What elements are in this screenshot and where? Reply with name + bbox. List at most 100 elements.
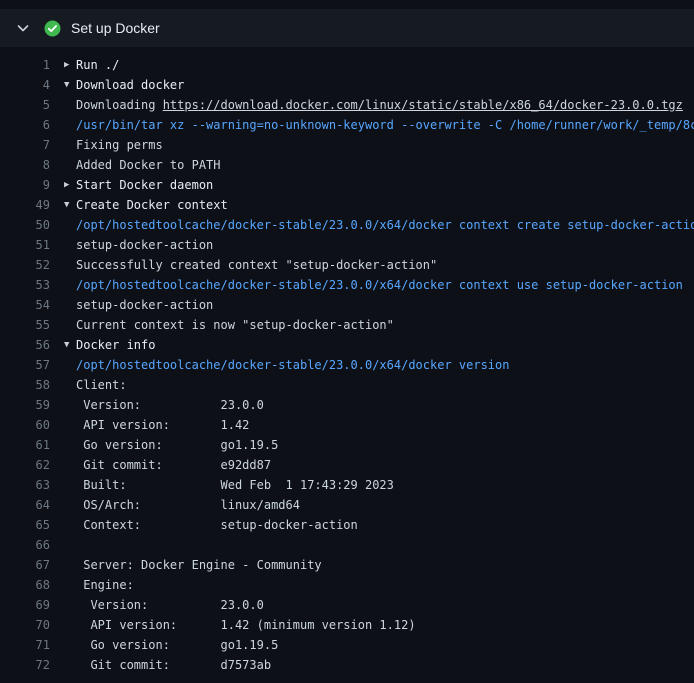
log-group-line[interactable]: 9 ▶Start Docker daemon (0, 175, 694, 195)
group-toggle-icon (64, 475, 76, 495)
line-number[interactable]: 7 (0, 135, 50, 155)
log-text: Go version: go1.19.5 (76, 435, 278, 455)
line-number[interactable]: 5 (0, 95, 50, 115)
group-toggle-icon (64, 635, 76, 655)
group-toggle-icon (64, 315, 76, 335)
group-toggle-icon (64, 275, 76, 295)
line-number[interactable]: 63 (0, 475, 50, 495)
line-number[interactable]: 51 (0, 235, 50, 255)
line-number[interactable]: 61 (0, 435, 50, 455)
log-text: setup-docker-action (76, 235, 213, 255)
line-content: Built: Wed Feb 1 17:43:29 2023 (50, 475, 394, 495)
log-line: 60 API version: 1.42 (0, 415, 694, 435)
log-line: 63 Built: Wed Feb 1 17:43:29 2023 (0, 475, 694, 495)
line-number[interactable]: 1 (0, 55, 50, 75)
line-number[interactable]: 69 (0, 595, 50, 615)
line-content: ▶Start Docker daemon (50, 175, 213, 195)
line-number[interactable]: 53 (0, 275, 50, 295)
log-text: setup-docker-action (76, 295, 213, 315)
line-content: Git commit: d7573ab (50, 655, 271, 675)
line-content: ▼Download docker (50, 75, 184, 95)
line-number[interactable]: 62 (0, 455, 50, 475)
log-line: 55 Current context is now "setup-docker-… (0, 315, 694, 335)
log-group-line[interactable]: 49 ▼Create Docker context (0, 195, 694, 215)
line-number[interactable]: 65 (0, 515, 50, 535)
log-group-line[interactable]: 1 ▶Run ./ (0, 55, 694, 75)
log-text: Added Docker to PATH (76, 155, 221, 175)
log-text: Successfully created context "setup-dock… (76, 255, 437, 275)
line-number[interactable]: 54 (0, 295, 50, 315)
line-content: /usr/bin/tar xz --warning=no-unknown-key… (50, 115, 694, 135)
log-group-line[interactable]: 4 ▼Download docker (0, 75, 694, 95)
line-number[interactable]: 71 (0, 635, 50, 655)
line-number[interactable]: 66 (0, 535, 50, 555)
line-number[interactable]: 70 (0, 615, 50, 635)
group-toggle-icon (64, 455, 76, 475)
log-line: 67 Server: Docker Engine - Community (0, 555, 694, 575)
group-toggle-icon (64, 115, 76, 135)
log-command-text: /usr/bin/tar xz --warning=no-unknown-key… (76, 115, 694, 135)
line-content (50, 535, 76, 555)
line-content: Version: 23.0.0 (50, 595, 264, 615)
line-number[interactable]: 56 (0, 335, 50, 355)
line-number[interactable]: 68 (0, 575, 50, 595)
line-number[interactable]: 58 (0, 375, 50, 395)
log-text: Run ./ (76, 55, 119, 75)
log-text: Current context is now "setup-docker-act… (76, 315, 394, 335)
line-content: ▶Run ./ (50, 55, 119, 75)
line-number[interactable]: 49 (0, 195, 50, 215)
log-text: Fixing perms (76, 135, 163, 155)
log-line: 72 Git commit: d7573ab (0, 655, 694, 675)
line-content: setup-docker-action (50, 235, 213, 255)
line-content: ▼Docker info (50, 335, 155, 355)
line-number[interactable]: 55 (0, 315, 50, 335)
group-toggle-icon (64, 495, 76, 515)
log-line: 8 Added Docker to PATH (0, 155, 694, 175)
log-group-line[interactable]: 56 ▼Docker info (0, 335, 694, 355)
line-number[interactable]: 4 (0, 75, 50, 95)
group-toggle-icon (64, 595, 76, 615)
line-content: setup-docker-action (50, 295, 213, 315)
log-text: Client: (76, 375, 127, 395)
line-number[interactable]: 72 (0, 655, 50, 675)
triangle-down-icon: ▼ (64, 195, 76, 215)
group-toggle-icon (64, 435, 76, 455)
log-command-text: /opt/hostedtoolcache/docker-stable/23.0.… (76, 215, 694, 235)
triangle-down-icon: ▼ (64, 335, 76, 355)
log-text: API version: 1.42 (minimum version 1.12) (76, 615, 416, 635)
log-lines: 1 ▶Run ./ 4 ▼Download docker 5 Downloadi… (0, 47, 694, 675)
group-toggle-icon (64, 655, 76, 675)
line-number[interactable]: 57 (0, 355, 50, 375)
line-number[interactable]: 9 (0, 175, 50, 195)
triangle-right-icon: ▶ (64, 55, 76, 75)
workflow-log-page: Set up Docker 1 ▶Run ./ 4 ▼Download dock… (0, 0, 694, 675)
log-line: 61 Go version: go1.19.5 (0, 435, 694, 455)
step-header[interactable]: Set up Docker (0, 9, 694, 47)
line-number[interactable]: 59 (0, 395, 50, 415)
line-content: Git commit: e92dd87 (50, 455, 271, 475)
line-number[interactable]: 67 (0, 555, 50, 575)
line-number[interactable]: 64 (0, 495, 50, 515)
line-content: Go version: go1.19.5 (50, 435, 278, 455)
log-line: 50 /opt/hostedtoolcache/docker-stable/23… (0, 215, 694, 235)
group-toggle-icon (64, 135, 76, 155)
log-line: 59 Version: 23.0.0 (0, 395, 694, 415)
group-toggle-icon (64, 95, 76, 115)
log-line: 5 Downloading https://download.docker.co… (0, 95, 694, 115)
line-number[interactable]: 60 (0, 415, 50, 435)
line-number[interactable]: 6 (0, 115, 50, 135)
log-line: 66 (0, 535, 694, 555)
group-toggle-icon (64, 375, 76, 395)
log-line: 71 Go version: go1.19.5 (0, 635, 694, 655)
group-toggle-icon (64, 215, 76, 235)
log-link[interactable]: https://download.docker.com/linux/static… (163, 95, 683, 115)
chevron-down-icon[interactable] (15, 20, 31, 36)
line-number[interactable]: 8 (0, 155, 50, 175)
log-text: Git commit: d7573ab (76, 655, 271, 675)
log-text: Context: setup-docker-action (76, 515, 358, 535)
line-number[interactable]: 50 (0, 215, 50, 235)
group-toggle-icon (64, 295, 76, 315)
line-content: Engine: (50, 575, 134, 595)
line-number[interactable]: 52 (0, 255, 50, 275)
triangle-right-icon: ▶ (64, 175, 76, 195)
